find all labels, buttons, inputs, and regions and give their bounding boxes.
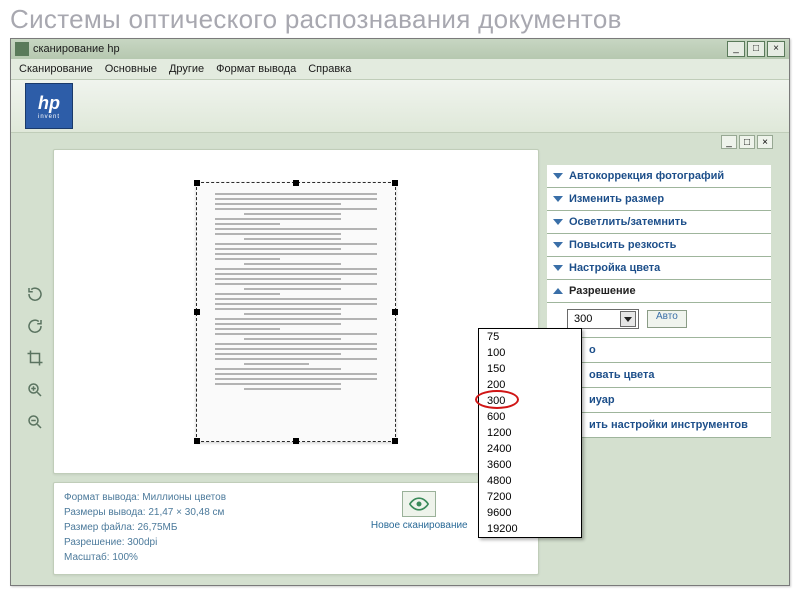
tool-label: ить настройки инструментов bbox=[589, 419, 748, 431]
scanned-text-placeholder bbox=[215, 193, 377, 431]
new-scan-label: Новое сканирование bbox=[371, 520, 468, 531]
chevron-up-icon bbox=[553, 288, 563, 294]
section-autocorrect[interactable]: Автокоррекция фотографий bbox=[547, 165, 771, 188]
menu-scan[interactable]: Сканирование bbox=[19, 63, 93, 75]
page-heading: Системы оптического распознавания докуме… bbox=[0, 0, 800, 41]
crop-handle[interactable] bbox=[194, 438, 200, 444]
left-toolbar bbox=[21, 143, 49, 575]
dpi-option[interactable]: 19200 bbox=[479, 521, 581, 537]
crop-handle[interactable] bbox=[392, 180, 398, 186]
tool-label: иуар bbox=[589, 394, 615, 406]
window-title: сканирование hp bbox=[33, 43, 120, 55]
hp-logo-brand: hp bbox=[38, 93, 60, 114]
dpi-option[interactable]: 7200 bbox=[479, 489, 581, 505]
dpi-option[interactable]: 100 bbox=[479, 345, 581, 361]
info-dimensions: Размеры вывода: 21,47 × 30,48 см bbox=[64, 506, 361, 520]
section-label: Повысить резкость bbox=[569, 239, 676, 251]
section-label: Осветлить/затемнить bbox=[569, 216, 687, 228]
dpi-option[interactable]: 200 bbox=[479, 377, 581, 393]
menubar: Сканирование Основные Другие Формат выво… bbox=[11, 59, 789, 79]
section-resolution[interactable]: Разрешение bbox=[547, 280, 771, 303]
info-format: Формат вывода: Миллионы цветов bbox=[64, 491, 361, 505]
dpi-option[interactable]: 150 bbox=[479, 361, 581, 377]
dpi-option[interactable]: 3600 bbox=[479, 457, 581, 473]
minimize-button[interactable]: _ bbox=[727, 41, 745, 57]
dpi-option[interactable]: 600 bbox=[479, 409, 581, 425]
sub-maximize-button[interactable]: □ bbox=[739, 135, 755, 149]
titlebar[interactable]: сканирование hp _ □ × bbox=[11, 39, 789, 59]
section-color[interactable]: Настройка цвета bbox=[547, 257, 771, 280]
hp-logo: hp invent bbox=[25, 83, 73, 129]
sub-close-button[interactable]: × bbox=[757, 135, 773, 149]
section-label: Изменить размер bbox=[569, 193, 664, 205]
scanned-page[interactable] bbox=[196, 182, 396, 442]
dpi-option[interactable]: 9600 bbox=[479, 505, 581, 521]
sub-minimize-button[interactable]: _ bbox=[721, 135, 737, 149]
crop-handle[interactable] bbox=[194, 180, 200, 186]
new-scan-button[interactable]: Новое сканирование bbox=[371, 491, 468, 531]
info-resolution: Разрешение: 300dpi bbox=[64, 536, 361, 550]
menu-help[interactable]: Справка bbox=[308, 63, 351, 75]
section-brightness[interactable]: Осветлить/затемнить bbox=[547, 211, 771, 234]
crop-handle[interactable] bbox=[293, 180, 299, 186]
chevron-down-icon bbox=[553, 173, 563, 179]
crop-handle[interactable] bbox=[392, 438, 398, 444]
header-strip: hp invent bbox=[11, 79, 789, 133]
rotate-left-icon[interactable] bbox=[24, 283, 46, 305]
tool-label: овать цвета bbox=[589, 369, 655, 381]
tool-label: о bbox=[589, 344, 596, 356]
menu-main[interactable]: Основные bbox=[105, 63, 157, 75]
chevron-down-icon bbox=[553, 242, 563, 248]
info-zoom: Масштаб: 100% bbox=[64, 551, 361, 565]
section-label: Разрешение bbox=[569, 285, 636, 297]
crop-handle[interactable] bbox=[194, 309, 200, 315]
section-sharpen[interactable]: Повысить резкость bbox=[547, 234, 771, 257]
menu-output-format[interactable]: Формат вывода bbox=[216, 63, 296, 75]
app-window: сканирование hp _ □ × Сканирование Основ… bbox=[10, 38, 790, 586]
app-icon bbox=[15, 42, 29, 56]
preview-card bbox=[53, 149, 539, 474]
chevron-down-icon bbox=[553, 196, 563, 202]
crop-handle[interactable] bbox=[293, 438, 299, 444]
zoom-out-icon[interactable] bbox=[24, 411, 46, 433]
dpi-select[interactable]: 300 bbox=[567, 309, 639, 329]
menu-other[interactable]: Другие bbox=[169, 63, 204, 75]
section-resize[interactable]: Изменить размер bbox=[547, 188, 771, 211]
chevron-down-icon bbox=[553, 219, 563, 225]
info-filesize: Размер файла: 26,75МБ bbox=[64, 521, 361, 535]
hp-logo-sub: invent bbox=[38, 114, 60, 120]
crop-handle[interactable] bbox=[392, 309, 398, 315]
dpi-option[interactable]: 1200 bbox=[479, 425, 581, 441]
crop-icon[interactable] bbox=[24, 347, 46, 369]
dpi-dropdown-list[interactable]: 7510015020030060012002400360048007200960… bbox=[478, 328, 582, 538]
body-area: _ □ × bbox=[11, 133, 789, 585]
maximize-button[interactable]: □ bbox=[747, 41, 765, 57]
dpi-value: 300 bbox=[574, 313, 592, 325]
highlight-ellipse bbox=[475, 390, 519, 409]
dpi-option[interactable]: 4800 bbox=[479, 473, 581, 489]
center-column: Формат вывода: Миллионы цветов Размеры в… bbox=[49, 143, 547, 575]
dpi-option[interactable]: 2400 bbox=[479, 441, 581, 457]
info-text: Формат вывода: Миллионы цветов Размеры в… bbox=[64, 491, 361, 566]
close-button[interactable]: × bbox=[767, 41, 785, 57]
chevron-down-icon bbox=[553, 265, 563, 271]
info-card: Формат вывода: Миллионы цветов Размеры в… bbox=[53, 482, 539, 575]
section-label: Автокоррекция фотографий bbox=[569, 170, 724, 182]
rotate-right-icon[interactable] bbox=[24, 315, 46, 337]
eye-icon bbox=[402, 491, 436, 517]
dpi-option[interactable]: 300 bbox=[479, 393, 581, 409]
dpi-option[interactable]: 75 bbox=[479, 329, 581, 345]
section-label: Настройка цвета bbox=[569, 262, 660, 274]
auto-button[interactable]: Авто bbox=[647, 310, 687, 328]
zoom-in-icon[interactable] bbox=[24, 379, 46, 401]
dropdown-arrow-icon[interactable] bbox=[620, 311, 636, 327]
subwindow-controls: _ □ × bbox=[721, 135, 773, 149]
